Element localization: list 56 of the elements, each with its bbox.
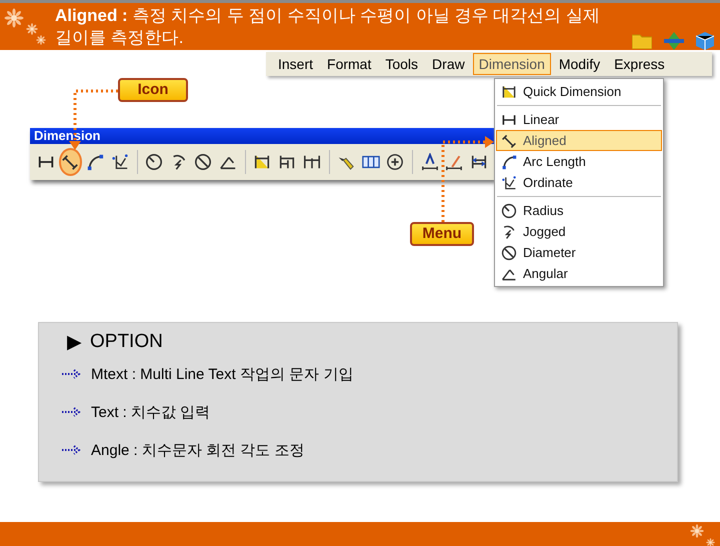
flower-icon: [26, 23, 38, 35]
dotted-arrow-icon: [61, 444, 83, 456]
diameter-circle-icon: [194, 153, 212, 171]
option-text: Text : 치수값 입력: [91, 402, 210, 422]
continued-dimension-icon: [302, 153, 321, 171]
quick-dimension-icon: [501, 84, 517, 100]
menu-item[interactable]: Tools: [379, 53, 424, 75]
tolerance-frame-icon: [362, 153, 380, 171]
option-text: Angle : 치수문자 회전 각도 조정: [91, 440, 304, 460]
toolbar-title: Dimension: [30, 128, 495, 144]
menu-option[interactable]: Quick Dimension: [496, 81, 662, 102]
flower-icon: [4, 8, 24, 28]
slanted-dimension-icon: [501, 132, 517, 148]
radius-circle-icon: [501, 202, 517, 218]
menu-item[interactable]: Express: [608, 53, 671, 75]
baseline-dimension-icon: [278, 153, 296, 171]
menu-item[interactable]: Format: [321, 53, 378, 75]
slide-title: Aligned : 측정 치수의 두 점이 수직이나 수평이 아닐 경우 대각선의 실제 길이를 측정한다.: [55, 5, 601, 49]
flower-icon: [690, 524, 704, 538]
triangle-marker: ▶: [67, 331, 82, 354]
ordinate-icon: [110, 153, 129, 171]
quick-dimension-icon: [253, 153, 272, 171]
menu-option[interactable]: Radius: [496, 200, 662, 221]
menu-option[interactable]: Diameter: [496, 242, 662, 263]
center-mark-icon: [386, 153, 404, 171]
ordinate-icon: [501, 174, 517, 190]
arc-dimension-icon: [501, 154, 517, 170]
menu-option[interactable]: Ordinate: [496, 172, 662, 193]
diameter-circle-icon: [501, 244, 517, 260]
jogged-radius-icon: [501, 224, 517, 240]
dotted-arrow-icon: [61, 406, 83, 418]
text-edit-icon: [420, 153, 439, 171]
dotted-arrow-icon: [61, 368, 83, 380]
menu-option[interactable]: Jogged: [496, 221, 662, 242]
radius-circle-icon: [145, 153, 164, 171]
slanted-dimension-icon: [61, 153, 80, 171]
menu-option[interactable]: Angular: [496, 263, 662, 284]
arc-dimension-icon: [86, 153, 104, 171]
dimension-edit-icon: [445, 153, 464, 171]
folder-icon: [632, 33, 652, 49]
menu-option[interactable]: Linear: [496, 109, 662, 130]
flower-icon: [706, 538, 715, 546]
callout-label: Icon: [118, 78, 188, 102]
menu-item[interactable]: Modify: [552, 53, 606, 75]
menu-option[interactable]: Aligned: [496, 130, 662, 151]
tool-button[interactable]: [58, 148, 82, 176]
menu-item[interactable]: Draw: [426, 53, 471, 75]
callout-label: Menu: [410, 222, 474, 246]
flower-icon: [36, 35, 46, 45]
option-text: Mtext : Multi Line Text 작업의 문자 기입: [91, 364, 354, 384]
dimension-update-icon: [470, 153, 488, 171]
cube-icon: [696, 32, 714, 50]
menu-item[interactable]: Insert: [272, 53, 320, 75]
menu-item[interactable]: Dimension: [472, 53, 551, 75]
menu-option[interactable]: Arc Length: [496, 151, 662, 172]
option-heading: OPTION: [90, 331, 163, 353]
